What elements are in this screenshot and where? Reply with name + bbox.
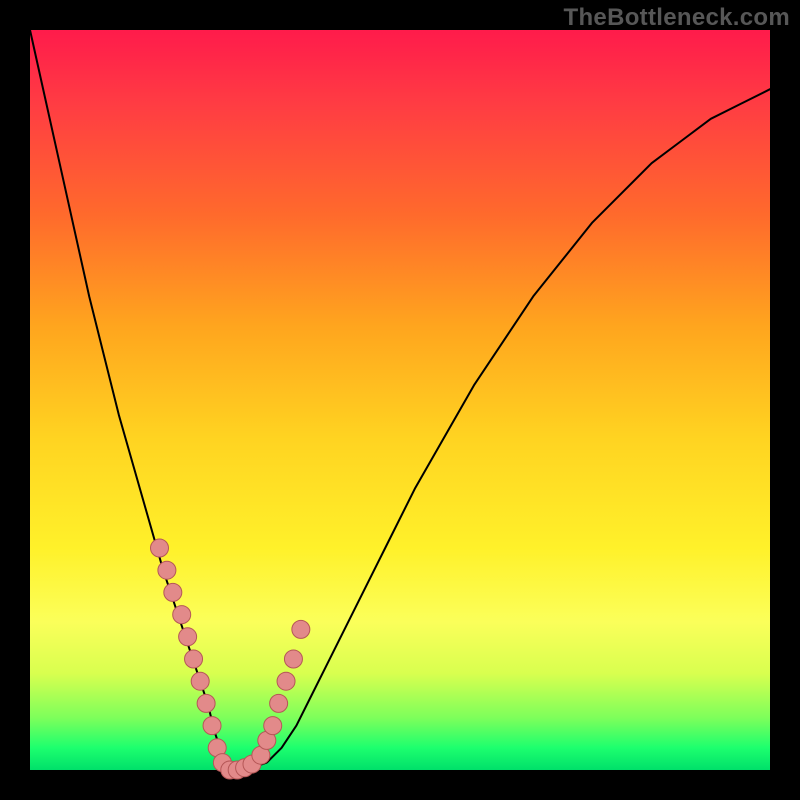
highlight-dot <box>277 672 295 690</box>
highlight-dot <box>173 606 191 624</box>
bottleneck-curve <box>30 30 770 770</box>
highlight-dot <box>292 620 310 638</box>
highlight-dot <box>203 717 221 735</box>
plot-background-gradient <box>30 30 770 770</box>
watermark-text: TheBottleneck.com <box>564 4 790 32</box>
highlight-dot <box>191 672 209 690</box>
highlight-dot <box>264 717 282 735</box>
highlight-dot <box>179 628 197 646</box>
highlight-dot <box>158 561 176 579</box>
highlight-dot <box>197 694 215 712</box>
chart-svg <box>30 30 770 770</box>
highlight-dot <box>270 694 288 712</box>
highlight-dot <box>164 583 182 601</box>
highlight-dot <box>151 539 169 557</box>
highlight-dot <box>284 650 302 668</box>
highlight-dot <box>185 650 203 668</box>
chart-frame: TheBottleneck.com <box>0 0 800 800</box>
